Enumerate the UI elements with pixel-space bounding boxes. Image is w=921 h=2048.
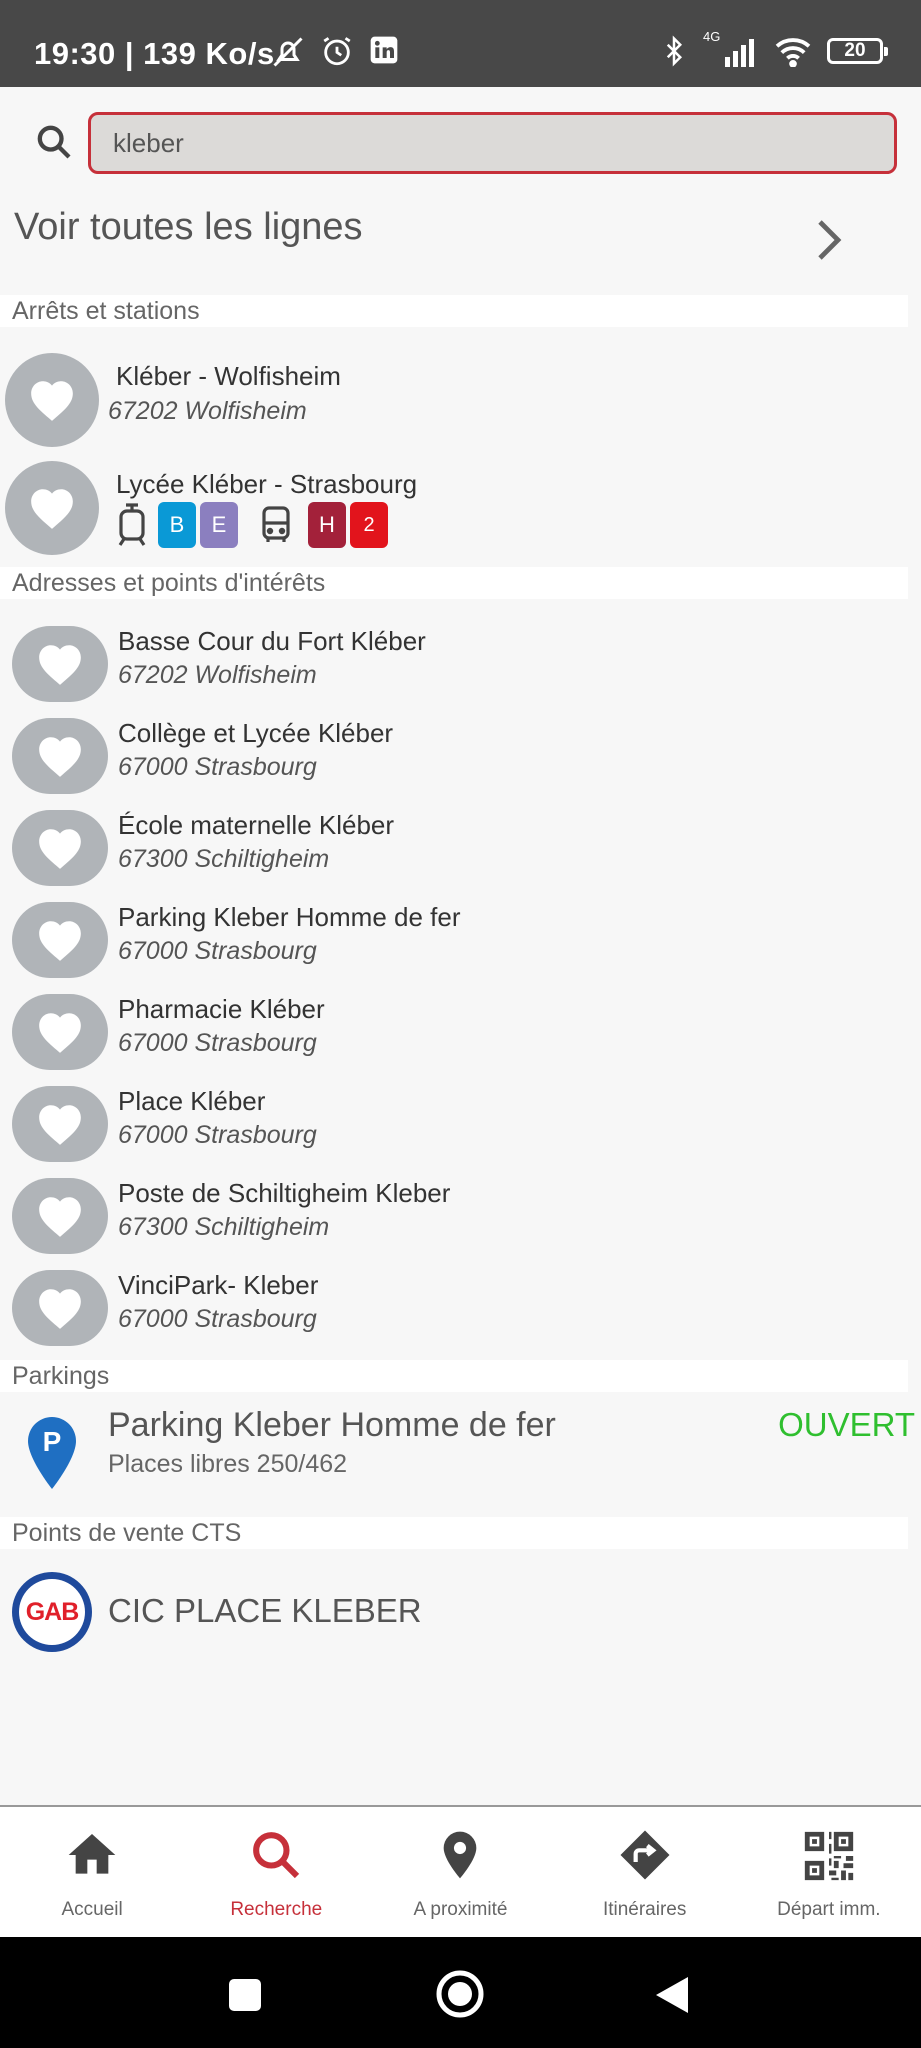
address-locality: 67000 Strasbourg	[118, 937, 317, 965]
favorite-heart-icon[interactable]	[5, 353, 99, 447]
address-name: Basse Cour du Fort Kléber	[118, 626, 426, 656]
system-navigation-bar	[0, 1937, 921, 2048]
location-pin-icon	[444, 1831, 477, 1879]
parking-status: OUVERT	[778, 1406, 915, 1443]
address-name: Poste de Schiltigheim Kleber	[118, 1178, 451, 1208]
favorite-heart-icon[interactable]	[12, 1086, 108, 1162]
home-icon	[68, 1834, 116, 1874]
address-locality: 67300 Schiltigheim	[118, 845, 330, 873]
search-icon[interactable]	[34, 122, 74, 167]
line-badge-e[interactable]: E	[200, 502, 238, 548]
home-circle-icon[interactable]	[435, 1969, 485, 2019]
nav-label: Départ imm.	[777, 1899, 881, 1920]
section-header-stops: Arrêts et stations	[0, 295, 908, 327]
signal-indicator: 4G	[703, 29, 759, 67]
bottom-navigation: Accueil Recherche A proximité Itinéraire…	[0, 1805, 921, 1937]
stop-name: Kléber - Wolfisheim	[116, 361, 341, 391]
network-type: 4G	[703, 29, 721, 44]
address-name: École maternelle Kléber	[118, 810, 395, 840]
search-icon	[253, 1832, 300, 1879]
favorite-heart-icon[interactable]	[12, 902, 108, 978]
status-left-icons	[270, 34, 400, 70]
favorite-heart-icon[interactable]	[12, 810, 108, 886]
battery-indicator: 20	[827, 38, 888, 64]
address-name: Place Kléber	[118, 1086, 266, 1116]
status-right-icons: 4G 20	[659, 29, 888, 68]
parking-pin-icon: P	[28, 1417, 76, 1489]
address-locality: 67000 Strasbourg	[118, 753, 317, 781]
address-locality: 67000 Strasbourg	[118, 1121, 317, 1149]
gab-logo: GAB	[12, 1572, 92, 1652]
favorite-heart-icon[interactable]	[12, 994, 108, 1070]
nav-item-accueil[interactable]: Accueil	[0, 1807, 184, 1937]
directions-icon	[620, 1830, 670, 1880]
nav-item-itineraires[interactable]: Itinéraires	[553, 1807, 737, 1937]
parking-places: Places libres 250/462	[108, 1450, 348, 1478]
favorite-heart-icon[interactable]	[12, 626, 108, 702]
nav-label: Accueil	[61, 1899, 123, 1920]
address-name: Collège et Lycée Kléber	[118, 718, 394, 748]
point-of-sale-name: CIC PLACE KLEBER	[108, 1592, 422, 1629]
wifi-icon	[775, 38, 811, 67]
line-badge-2[interactable]: 2	[350, 502, 388, 548]
address-locality: 67202 Wolfisheim	[118, 661, 317, 689]
linkedin-icon	[370, 36, 398, 64]
tram-icon	[118, 503, 146, 546]
address-name: Parking Kleber Homme de fer	[118, 902, 461, 932]
address-name: VinciPark- Kleber	[118, 1270, 319, 1300]
chevron-right-icon[interactable]	[816, 218, 842, 267]
address-locality: 67000 Strasbourg	[118, 1305, 317, 1333]
nav-item-depart-imm[interactable]: Départ imm.	[737, 1807, 921, 1937]
parking-name: Parking Kleber Homme de fer	[108, 1406, 556, 1444]
alarm-icon	[323, 37, 351, 66]
address-locality: 67000 Strasbourg	[118, 1029, 317, 1057]
favorite-heart-icon[interactable]	[12, 1178, 108, 1254]
nav-item-a-proximite[interactable]: A proximité	[368, 1807, 552, 1937]
bus-icon	[262, 506, 290, 542]
favorite-heart-icon[interactable]	[12, 1270, 108, 1346]
status-time: 19:30 | 139 Ko/s	[34, 36, 275, 71]
nav-label: Itinéraires	[602, 1899, 687, 1920]
section-header-points-of-sale: Points de vente CTS	[0, 1517, 908, 1549]
search-input[interactable]: kleber	[88, 112, 897, 174]
section-header-addresses: Adresses et points d'intérêts	[0, 567, 908, 599]
nav-item-recherche[interactable]: Recherche	[184, 1807, 368, 1937]
square-icon[interactable]	[227, 1977, 263, 2013]
section-header-parkings: Parkings	[0, 1360, 908, 1392]
stop-name: Lycée Kléber - Strasbourg	[116, 469, 418, 499]
nav-label: Recherche	[230, 1899, 323, 1920]
status-bar: 19:30 | 139 Ko/s 4G 20	[0, 0, 921, 87]
bluetooth-icon	[666, 35, 683, 67]
see-all-lines-link[interactable]: Voir toutes les lignes	[14, 206, 363, 249]
nav-label: A proximité	[413, 1899, 508, 1920]
favorite-heart-icon[interactable]	[12, 718, 108, 794]
address-name: Pharmacie Kléber	[118, 994, 325, 1024]
parking-pin-letter: P	[43, 1426, 62, 1457]
gab-logo-text: GAB	[19, 1579, 85, 1645]
stop-locality: 67202 Wolfisheim	[108, 397, 307, 425]
alarm-off-icon	[273, 37, 303, 67]
back-triangle-icon[interactable]	[654, 1975, 690, 2015]
address-locality: 67300 Schiltigheim	[118, 1213, 330, 1241]
line-badge-b[interactable]: B	[158, 502, 196, 548]
favorite-heart-icon[interactable]	[5, 461, 99, 555]
stop-lines: B E H 2	[116, 502, 392, 548]
line-badge-h[interactable]: H	[308, 502, 346, 548]
qr-code-icon	[804, 1831, 854, 1881]
